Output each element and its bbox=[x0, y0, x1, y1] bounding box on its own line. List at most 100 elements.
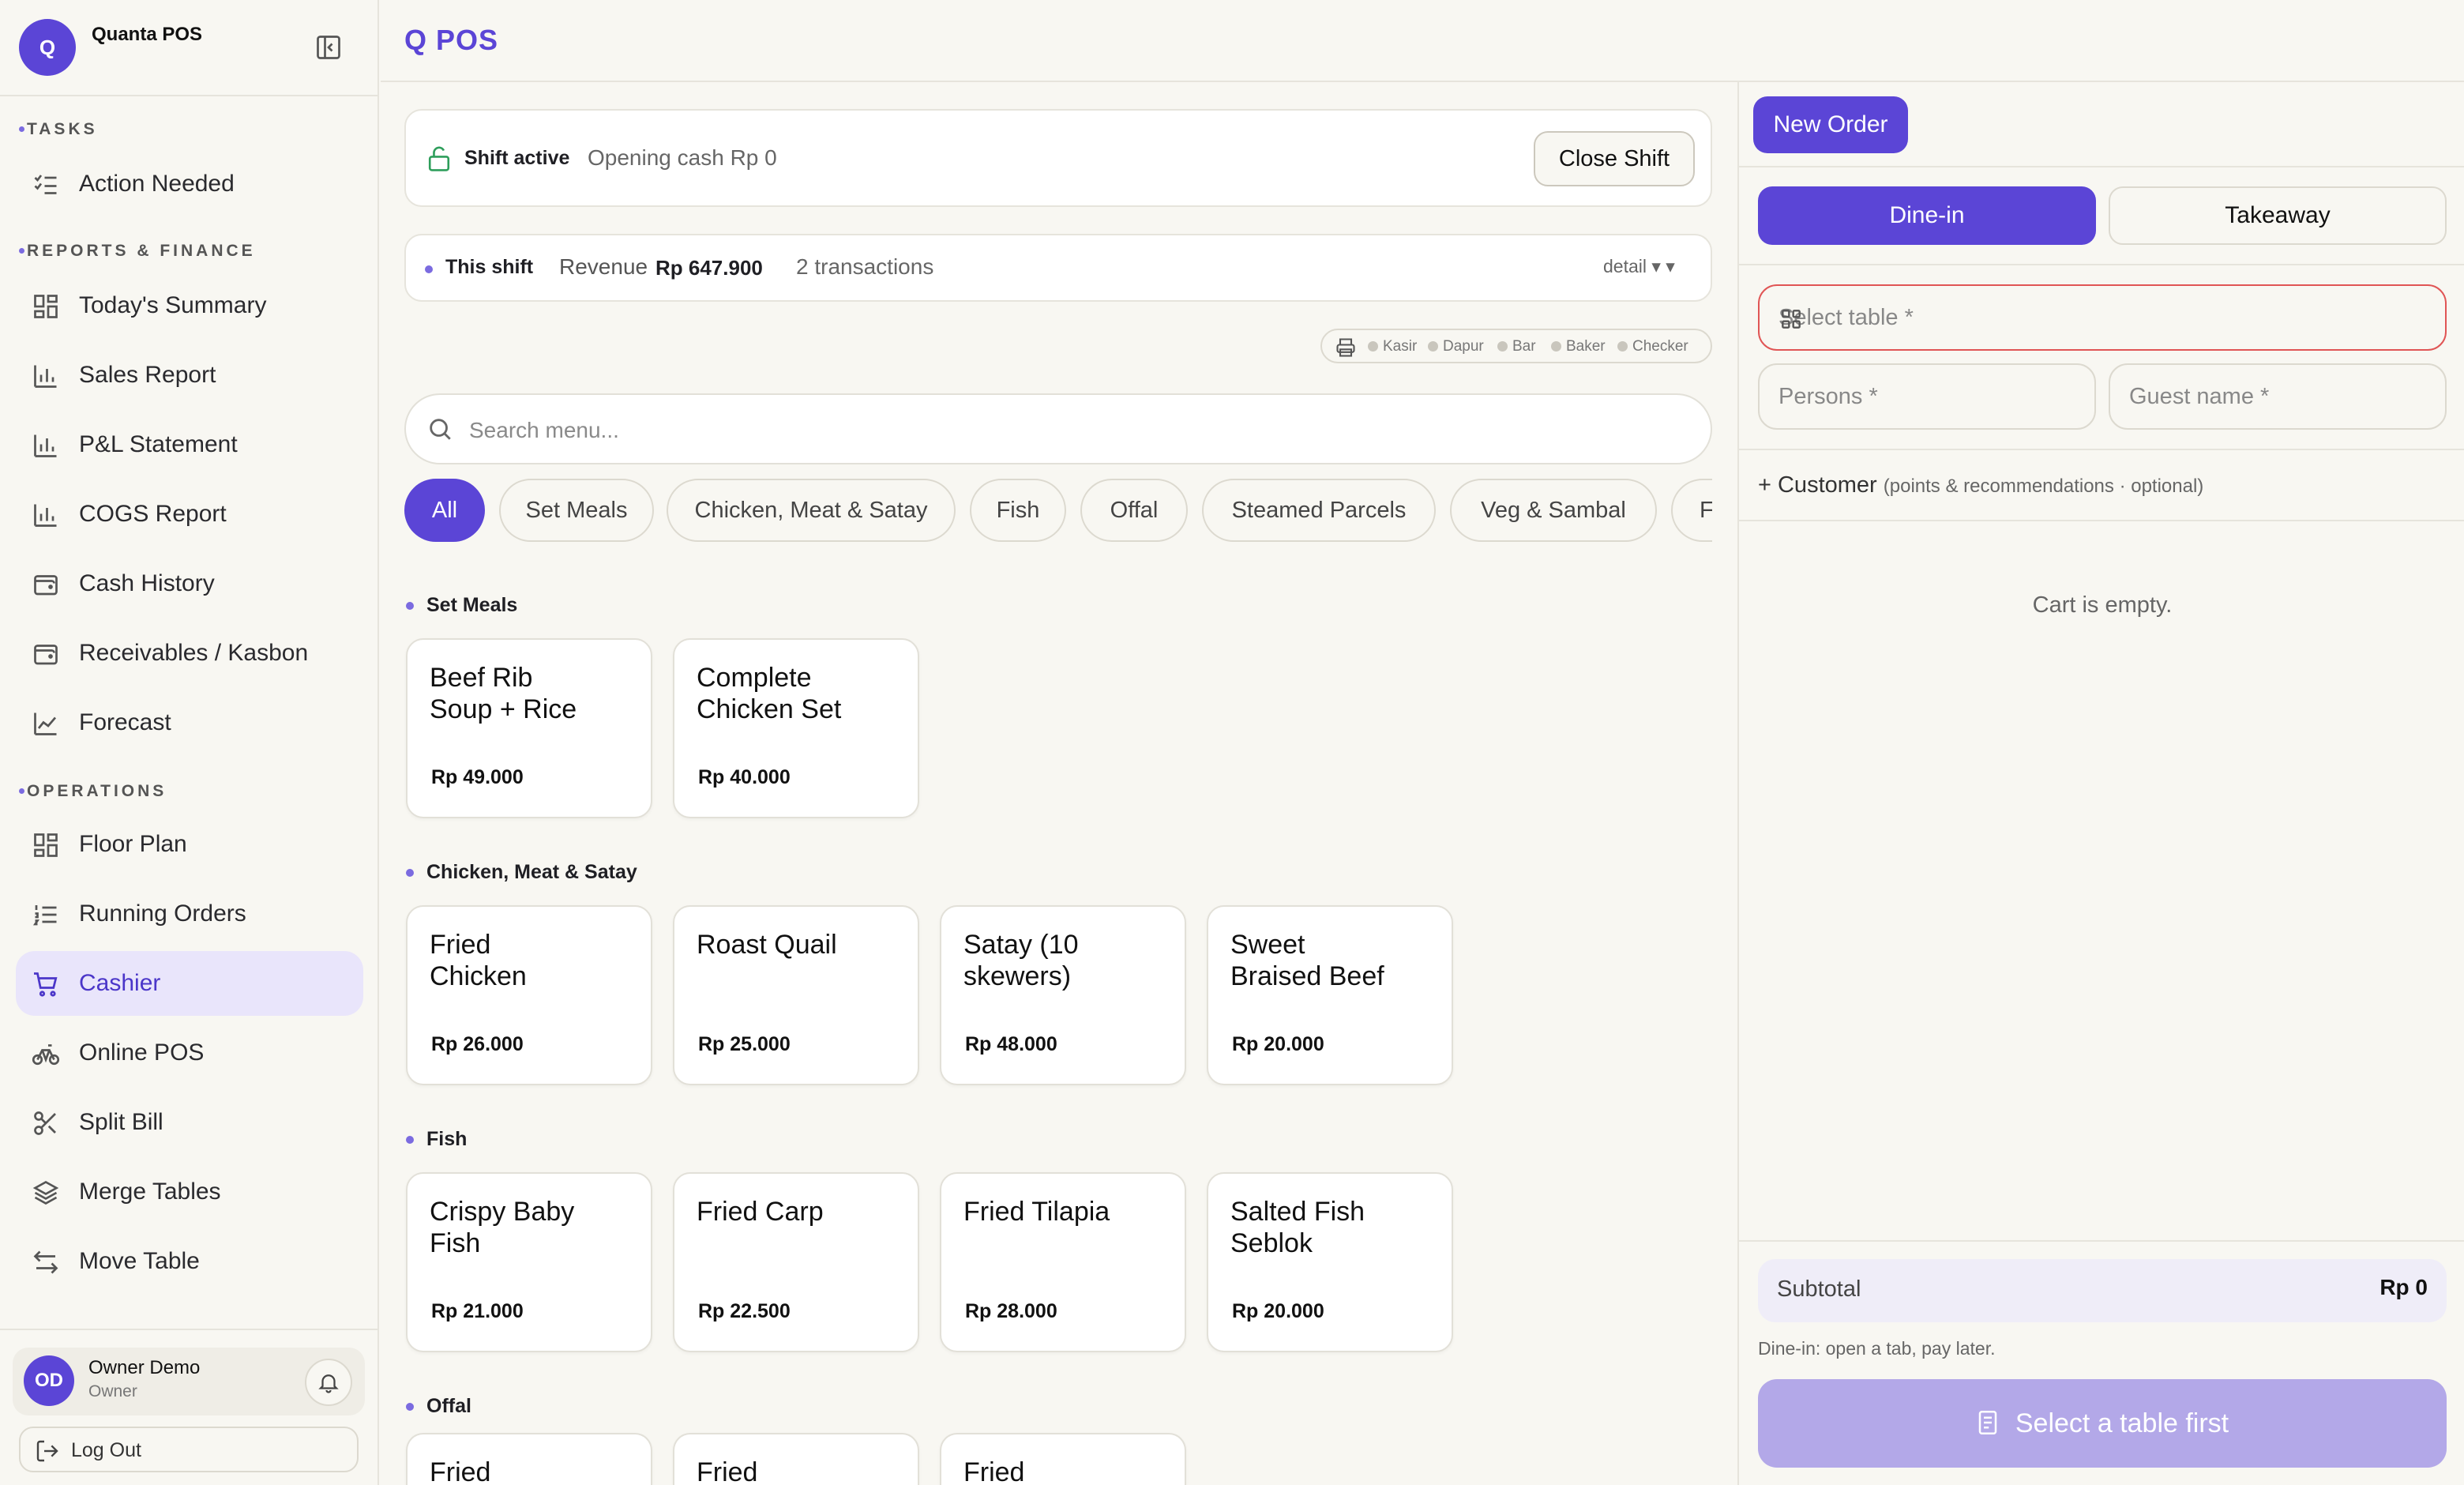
menu-item-card[interactable]: Fried Carp Rp 22.500 bbox=[673, 1172, 919, 1352]
table-select[interactable]: Select table * bbox=[1758, 284, 2447, 351]
menu-item-card[interactable]: Salted Fish Seblok Rp 20.000 bbox=[1207, 1172, 1453, 1352]
user-profile[interactable]: OD Owner Demo Owner bbox=[13, 1348, 365, 1415]
select-table-first-button[interactable]: Select a table first bbox=[1758, 1379, 2447, 1468]
tab-takeaway[interactable]: Takeaway bbox=[2109, 186, 2447, 245]
menu-item-card[interactable]: Beef Rib Soup + Rice Rp 49.000 bbox=[406, 638, 652, 818]
section-operations: OPERATIONS bbox=[18, 782, 167, 800]
sidebar-item-pl-statement[interactable]: P&L Statement bbox=[16, 412, 363, 477]
sidebar-item-cash-history[interactable]: Cash History bbox=[16, 551, 363, 616]
page-title: Q POS bbox=[404, 24, 499, 56]
cart-icon bbox=[32, 970, 60, 998]
wallet-icon bbox=[32, 570, 60, 599]
line-chart-icon bbox=[32, 709, 60, 738]
chip-chicken-meat-satay[interactable]: Chicken, Meat & Satay bbox=[667, 479, 956, 542]
menu-item-card[interactable]: Fried bbox=[673, 1433, 919, 1485]
menu-item-card[interactable]: Fried Chicken Rp 26.000 bbox=[406, 905, 652, 1085]
order-panel: New Order Dine-in Takeaway Select table … bbox=[1737, 82, 2464, 1485]
brand-name: Quanta POS bbox=[92, 24, 203, 45]
menu-item-price: Rp 20.000 bbox=[1232, 1033, 1324, 1055]
subtotal-value: Rp 0 bbox=[2379, 1275, 2428, 1299]
divider bbox=[0, 95, 377, 96]
chip-offal[interactable]: Offal bbox=[1080, 479, 1188, 542]
logout-label: Log Out bbox=[71, 1439, 141, 1461]
menu-item-card[interactable]: Fried bbox=[940, 1433, 1186, 1485]
search-icon bbox=[426, 415, 456, 446]
category-heading: Offal bbox=[406, 1395, 471, 1417]
menu-item-card[interactable]: Crispy Baby Fish Rp 21.000 bbox=[406, 1172, 652, 1352]
guest-name-field[interactable]: Guest name * bbox=[2109, 363, 2447, 430]
chip-fri[interactable]: Fri bbox=[1671, 479, 1712, 542]
sidebar-item-label: Forecast bbox=[79, 709, 171, 735]
sidebar-item-receivables[interactable]: Receivables / Kasbon bbox=[16, 621, 363, 686]
menu-item-card[interactable]: Roast Quail Rp 25.000 bbox=[673, 905, 919, 1085]
persons-field[interactable]: Persons * bbox=[1758, 363, 2096, 430]
bell-icon[interactable] bbox=[305, 1359, 352, 1406]
menu-item-price: Rp 25.000 bbox=[698, 1033, 791, 1055]
sidebar-item-label: COGS Report bbox=[79, 501, 227, 527]
shift-status: Shift active bbox=[464, 147, 570, 169]
logout-icon bbox=[35, 1438, 60, 1464]
sidebar-item-label: P&L Statement bbox=[79, 431, 238, 457]
menu-item-price: Rp 28.000 bbox=[965, 1300, 1057, 1322]
menu-item-name: Fried Tilapia bbox=[963, 1197, 1110, 1227]
collapse-sidebar-icon[interactable] bbox=[310, 28, 347, 66]
chip-veg-sambal[interactable]: Veg & Sambal bbox=[1450, 479, 1657, 542]
menu-item-card[interactable]: Fried Tilapia Rp 28.000 bbox=[940, 1172, 1186, 1352]
sidebar-item-action-needed[interactable]: Action Needed bbox=[16, 152, 363, 216]
chip-set-meals[interactable]: Set Meals bbox=[499, 479, 654, 542]
menu-item-name: Fried bbox=[697, 1457, 758, 1485]
bike-icon bbox=[32, 1040, 60, 1068]
search-input[interactable] bbox=[469, 409, 1654, 452]
divider bbox=[1739, 166, 2464, 167]
printer-status[interactable]: Kasir Dapur Bar Baker Checker bbox=[1320, 329, 1712, 363]
new-order-button[interactable]: New Order bbox=[1753, 96, 1908, 153]
logout-button[interactable]: Log Out bbox=[19, 1427, 359, 1472]
sidebar: Q Quanta POS TASKS Action Needed REPORTS… bbox=[0, 0, 379, 1485]
sidebar-item-todays-summary[interactable]: Today's Summary bbox=[16, 273, 363, 338]
shift-revenue-card[interactable]: This shift Revenue Rp 647.900 2 transact… bbox=[404, 234, 1712, 302]
submit-label: Select a table first bbox=[2015, 1408, 2229, 1438]
tab-dine-in[interactable]: Dine-in bbox=[1758, 186, 2096, 245]
printer-bar: Bar bbox=[1497, 338, 1536, 355]
menu-item-name: Complete Chicken Set bbox=[697, 663, 842, 724]
add-customer-link[interactable]: + Customer (points & recommendations · o… bbox=[1758, 472, 2203, 498]
menu-item-card[interactable]: Fried bbox=[406, 1433, 652, 1485]
category-heading: Set Meals bbox=[405, 594, 518, 616]
category-heading: Chicken, Meat & Satay bbox=[406, 861, 637, 883]
opening-cash: Opening cash Rp 0 bbox=[588, 145, 777, 170]
sidebar-item-label: Receivables / Kasbon bbox=[79, 640, 309, 666]
menu-item-card[interactable]: Satay (10 skewers) Rp 48.000 bbox=[940, 905, 1186, 1085]
grid-icon bbox=[32, 831, 60, 859]
menu-item-price: Rp 49.000 bbox=[431, 766, 524, 788]
sidebar-item-forecast[interactable]: Forecast bbox=[16, 690, 363, 755]
menu-item-name: Fried Carp bbox=[697, 1197, 824, 1227]
bar-chart-icon bbox=[32, 362, 60, 390]
sidebar-item-floor-plan[interactable]: Floor Plan bbox=[16, 812, 363, 877]
sidebar-item-label: Split Bill bbox=[79, 1109, 163, 1135]
sidebar-item-merge-tables[interactable]: Merge Tables bbox=[16, 1160, 363, 1224]
menu-item-name: Fried bbox=[430, 1457, 491, 1485]
menu-item-price: Rp 22.500 bbox=[698, 1300, 791, 1322]
sidebar-item-online-pos[interactable]: Online POS bbox=[16, 1021, 363, 1085]
sidebar-item-move-table[interactable]: Move Table bbox=[16, 1229, 363, 1294]
sidebar-item-running-orders[interactable]: Running Orders bbox=[16, 882, 363, 946]
chip-fish[interactable]: Fish bbox=[970, 479, 1066, 542]
close-shift-button[interactable]: Close Shift bbox=[1534, 131, 1695, 186]
menu-item-name: Fried bbox=[963, 1457, 1025, 1485]
sidebar-item-cashier[interactable]: Cashier bbox=[16, 951, 363, 1016]
menu-item-card[interactable]: Complete Chicken Set Rp 40.000 bbox=[673, 638, 919, 818]
chip-all[interactable]: All bbox=[404, 479, 485, 542]
sidebar-item-label: Online POS bbox=[79, 1040, 205, 1066]
receipt-icon bbox=[1976, 1409, 2001, 1438]
sidebar-item-sales-report[interactable]: Sales Report bbox=[16, 343, 363, 408]
unlock-icon bbox=[426, 145, 452, 172]
sidebar-item-split-bill[interactable]: Split Bill bbox=[16, 1090, 363, 1155]
sidebar-item-cogs-report[interactable]: COGS Report bbox=[16, 482, 363, 547]
grid-icon bbox=[1779, 306, 1804, 332]
sidebar-item-label: Running Orders bbox=[79, 900, 246, 927]
chip-steamed-parcels[interactable]: Steamed Parcels bbox=[1202, 479, 1436, 542]
brand: Q Quanta POS bbox=[19, 19, 351, 76]
menu-item-card[interactable]: Sweet Braised Beef Rp 20.000 bbox=[1207, 905, 1453, 1085]
detail-toggle[interactable]: detail ▾ ▾ bbox=[1603, 256, 1675, 277]
this-shift-label: This shift bbox=[445, 256, 534, 278]
